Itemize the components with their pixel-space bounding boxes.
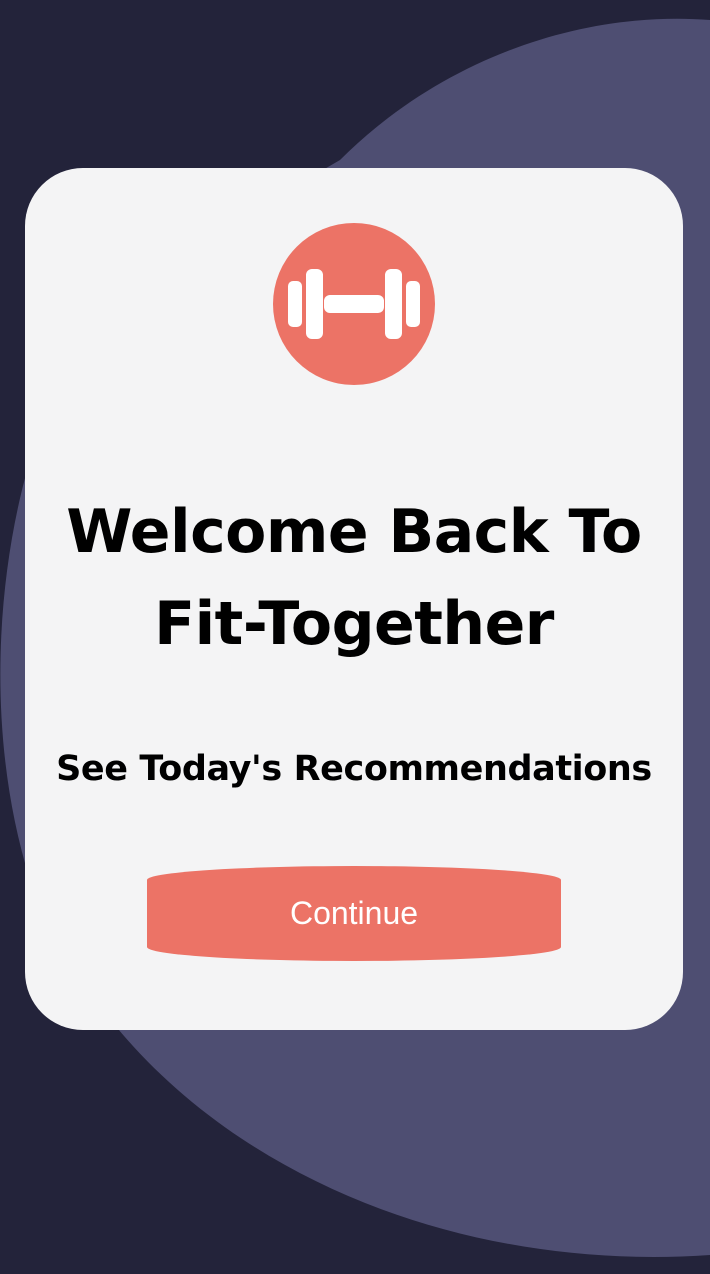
dumbbell-icon [288,269,420,339]
title-line-1: Welcome Back To [66,497,642,567]
subtitle: See Today's Recommendations [56,749,652,789]
title-line-2: Fit-Together [154,589,554,659]
page-title: Welcome Back To Fit-Together [25,486,683,670]
app-logo [273,223,435,385]
welcome-card: Welcome Back To Fit-Together See Today's… [25,168,683,1030]
continue-button[interactable]: Continue [147,866,561,961]
